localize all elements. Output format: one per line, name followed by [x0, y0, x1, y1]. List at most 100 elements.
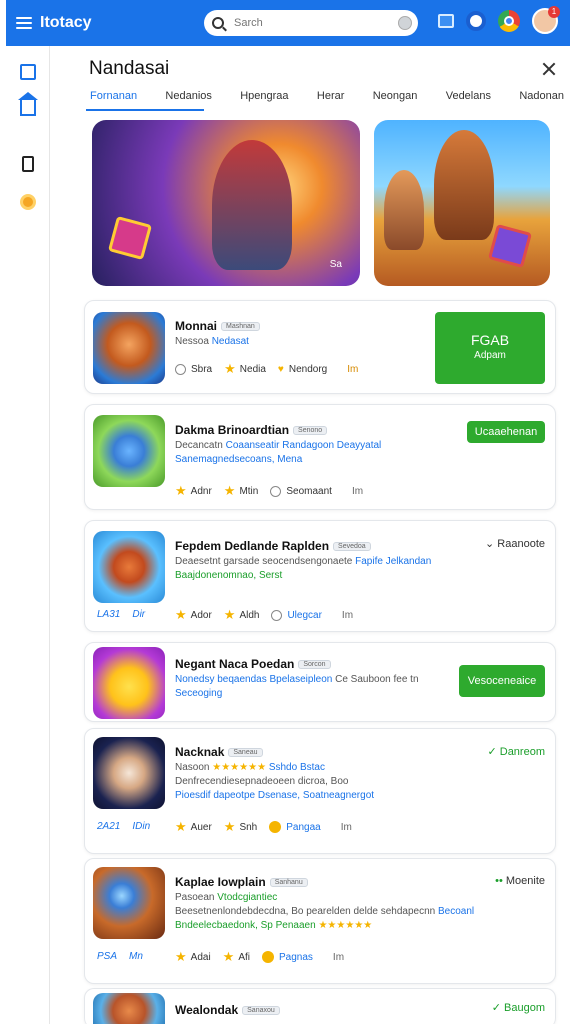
- radio-icon: [271, 609, 283, 621]
- list-item[interactable]: Negant Naca Poedan Sorcon Nonedsy beqaend…: [84, 642, 556, 722]
- radio-icon: [175, 363, 186, 375]
- featured-banner-fox[interactable]: [374, 120, 550, 286]
- app-subtitle-link[interactable]: Becoanl: [438, 906, 474, 917]
- meta-label: Snh: [239, 821, 258, 833]
- app-size: Im: [332, 951, 345, 963]
- app-subtitle: Pasoean: [175, 892, 215, 903]
- app-name: Dakma Brinoardtian: [175, 423, 290, 437]
- app-subtitle: Denfrecendiesepnadeoeen dicroa, Boo: [175, 776, 349, 787]
- star-icon: ★: [223, 607, 236, 622]
- game-cube-image: [487, 223, 533, 269]
- app-icon: [93, 531, 165, 603]
- app-name: Kaplae Iowplain: [175, 875, 266, 889]
- meta-label: Nendorg: [288, 363, 328, 375]
- app-tag: Saneau: [228, 748, 263, 758]
- featured-banner-hero[interactable]: Sa: [92, 120, 360, 286]
- app-subtitle-link[interactable]: Fapife Jelkandan: [355, 556, 431, 567]
- app-stat: IDin: [132, 821, 151, 832]
- app-subtitle-highlight: Vtodcgiantiec: [217, 892, 278, 903]
- app-name: Nacknak: [175, 745, 225, 759]
- home-icon[interactable]: [18, 92, 38, 116]
- install-button-label: FGAB: [470, 332, 510, 348]
- star-icon: ★: [224, 361, 236, 376]
- hamburger-menu-icon[interactable]: [16, 17, 32, 29]
- meta-label: Auer: [190, 821, 212, 833]
- avatar-badge: 1: [548, 6, 560, 18]
- status-link[interactable]: ⌄ Raanoote: [485, 537, 545, 550]
- app-subtitle-link[interactable]: Sshdo Bstac: [269, 762, 325, 773]
- tab-3[interactable]: Herar: [317, 86, 345, 112]
- app-subtitle: Nasoon: [175, 762, 210, 773]
- app-icon: [93, 993, 165, 1024]
- app-stat: PSA: [97, 951, 118, 962]
- install-button-sublabel: Adpam: [474, 350, 506, 361]
- app-tag: Senono: [293, 426, 328, 436]
- install-button[interactable]: Ucaaehenan: [467, 421, 545, 443]
- close-icon[interactable]: [542, 62, 556, 76]
- install-button[interactable]: FGAB Adpam: [435, 312, 545, 384]
- app-size: Im: [347, 363, 359, 375]
- meta-label: Adai: [190, 951, 211, 963]
- coin-icon: [269, 821, 282, 833]
- status-link[interactable]: ✓ Danreom: [487, 745, 545, 758]
- app-subtitle-link[interactable]: Seceoging: [175, 688, 222, 699]
- app-stat: Dir: [132, 609, 146, 620]
- status-label: Moenite: [505, 875, 545, 887]
- coin-icon[interactable]: [20, 194, 36, 210]
- app-tag: Mashnan: [221, 322, 260, 332]
- status-label: Danreom: [499, 746, 545, 758]
- search-icon: [212, 17, 224, 29]
- status-link[interactable]: ✓ Baugom: [492, 1001, 545, 1014]
- star-icon: ★: [175, 949, 187, 964]
- app-subtitle-link[interactable]: Coaanseatir Randagoon Deayyatal: [226, 440, 382, 451]
- app-title: Itotacy: [40, 14, 92, 31]
- shopping-bag-icon[interactable]: [22, 156, 34, 172]
- app-icon: [93, 312, 165, 384]
- rating-stars: ★★★★★★: [318, 920, 373, 931]
- list-item[interactable]: Wealondak Sanaxou ✓ Baugom: [84, 988, 556, 1024]
- list-item[interactable]: Nacknak Saneau Nasoon ★★★★★★ Sshdo Bstac …: [84, 728, 556, 854]
- search-bar[interactable]: [204, 10, 418, 36]
- game-cube-image: [107, 215, 153, 261]
- coin-icon: [262, 951, 274, 963]
- messages-icon[interactable]: [438, 14, 454, 28]
- browser-icon[interactable]: [498, 10, 520, 32]
- status-link[interactable]: •• Moenite: [495, 875, 545, 887]
- app-tag: Sorcon: [298, 660, 331, 670]
- app-subtitle-link[interactable]: Sanemagnedsecoans, Mena: [175, 454, 302, 465]
- app-subtitle: Decancatn: [175, 440, 223, 451]
- app-subtitle: Beesetnenlondebdecdna, Bo pearelden deld…: [175, 906, 436, 917]
- tab-5[interactable]: Vedelans: [446, 86, 491, 112]
- tab-2[interactable]: Hpengraa: [240, 86, 288, 112]
- list-item[interactable]: Dakma Brinoardtian Senono Decancatn Coaan…: [84, 404, 556, 510]
- rating-stars: ★★★★★★: [212, 762, 267, 773]
- radio-icon: [270, 485, 282, 497]
- notifications-icon[interactable]: [466, 11, 486, 31]
- app-subtitle-link[interactable]: Nonedsy beqaendas Bpelaseipleon: [175, 674, 332, 685]
- voice-search-icon[interactable]: [398, 16, 412, 30]
- main-panel: Nandasai Fornanan Nedanios Hpengraa Hera…: [84, 46, 570, 1024]
- star-icon: ★: [175, 607, 187, 622]
- tab-6[interactable]: Nadonan: [519, 86, 564, 112]
- sidebar: [6, 46, 50, 1024]
- install-button[interactable]: Vesoceneaice: [459, 665, 545, 697]
- list-item[interactable]: Monnai Mashnan Nessoa Nedasat Sbra ★ Nedia…: [84, 300, 556, 394]
- search-input[interactable]: [234, 17, 394, 29]
- app-icon: [93, 867, 165, 939]
- check-icon: ✓: [491, 1002, 501, 1014]
- list-item[interactable]: Kaplae Iowplain Sanhanu Pasoean Vtodcgian…: [84, 858, 556, 984]
- app-size: Im: [351, 485, 364, 497]
- star-icon: ★: [222, 949, 235, 964]
- app-tag: Sanhanu: [269, 878, 308, 888]
- banner-caption: Sa: [329, 259, 342, 270]
- meta-label: Adnr: [190, 485, 212, 497]
- app-subtitle-link[interactable]: Pioesdif dapeotpe Dsenase, Soatneagnergo…: [175, 790, 374, 801]
- document-icon[interactable]: [20, 64, 36, 80]
- tab-4[interactable]: Neongan: [373, 86, 418, 112]
- list-item[interactable]: Fepdem Dedlande Raplden Sevedoa Deaesetnt…: [84, 520, 556, 632]
- top-app-bar: Itotacy 1: [6, 0, 570, 46]
- avatar[interactable]: 1: [532, 6, 560, 34]
- app-name: Wealondak: [175, 1003, 239, 1017]
- app-icon: [93, 647, 165, 719]
- app-subtitle-link[interactable]: Nedasat: [212, 336, 249, 347]
